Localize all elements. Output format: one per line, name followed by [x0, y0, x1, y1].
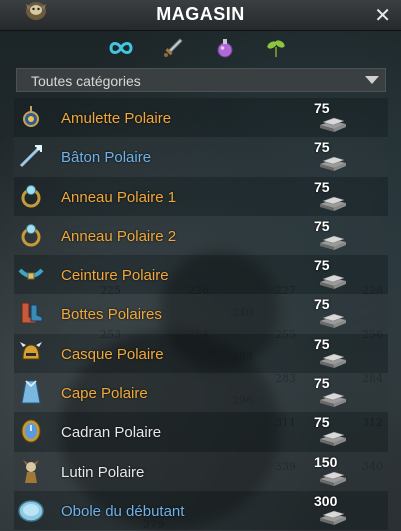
item-name: Lutin Polaire	[61, 463, 145, 481]
category-dropdown[interactable]: Toutes catégories	[16, 68, 386, 92]
sprout-icon	[267, 40, 285, 57]
category-dropdown-value: Toutes catégories	[31, 73, 141, 89]
item-name: Cadran Polaire	[61, 424, 162, 442]
ogrine-currency-icon	[318, 429, 348, 447]
shop-item-row[interactable]: Obole du débutant 300	[14, 490, 388, 531]
item-name: Anneau Polaire 2	[61, 227, 177, 245]
item-name: Casque Polaire	[61, 345, 164, 363]
boots-icon	[16, 298, 46, 328]
helmet-icon	[16, 338, 46, 368]
ogrine-currency-icon	[318, 311, 348, 329]
item-name: Bottes Polaires	[61, 306, 162, 324]
ogrine-currency-icon	[318, 508, 348, 526]
shop-item-row[interactable]: Bottes Polaires 75	[14, 294, 388, 334]
elf-pet-icon	[16, 456, 46, 486]
shop-item-row[interactable]: Lutin Polaire 150	[14, 451, 388, 491]
ogrine-currency-icon	[318, 194, 348, 212]
ogrine-currency-icon	[318, 233, 348, 251]
tab-all[interactable]	[106, 34, 136, 62]
ogrine-currency-icon	[318, 390, 348, 408]
item-price: 300	[314, 492, 338, 509]
item-price: 75	[314, 257, 330, 274]
shop-item-row[interactable]: Anneau Polaire 2 75	[14, 215, 388, 256]
shop-item-row[interactable]: Cape Polaire 75	[14, 373, 388, 413]
staff-icon	[16, 141, 46, 171]
item-name: Ceinture Polaire	[61, 267, 169, 285]
item-price: 150	[314, 453, 338, 470]
item-name: Obole du débutant	[61, 502, 185, 520]
item-price: 75	[314, 178, 330, 195]
item-price: 75	[314, 100, 330, 116]
infinity-icon	[109, 42, 133, 54]
shop-window: 225 226 227 228 240 253 254 255 256 268 …	[0, 0, 401, 531]
potion-icon	[217, 39, 233, 58]
shop-item-row[interactable]: Bâton Polaire 75	[14, 137, 388, 177]
item-price: 75	[314, 217, 330, 234]
shop-item-row[interactable]: Anneau Polaire 1 75	[14, 176, 388, 216]
item-price: 75	[314, 375, 330, 392]
ogrine-currency-icon	[318, 469, 348, 487]
close-button[interactable]: ✕	[374, 3, 391, 28]
item-price: 75	[314, 414, 330, 431]
item-price: 75	[314, 335, 330, 352]
sword-icon	[164, 38, 183, 57]
dial-icon	[16, 416, 46, 446]
ring-icon	[16, 181, 46, 211]
item-name: Amulette Polaire	[61, 110, 172, 127]
title-bar: MAGASIN ✕	[0, 0, 401, 31]
shop-item-row[interactable]: Casque Polaire 75	[14, 333, 388, 374]
cape-icon	[16, 377, 46, 407]
item-name: Bâton Polaire	[61, 149, 152, 167]
ogrine-currency-icon	[318, 272, 348, 290]
ogrine-currency-icon	[318, 154, 348, 172]
shop-item-row[interactable]: Amulette Polaire 75	[14, 98, 388, 138]
tab-resources[interactable]	[261, 34, 291, 62]
ogrine-currency-icon	[318, 115, 348, 133]
category-tabs	[0, 34, 401, 64]
shop-item-row[interactable]: Ceinture Polaire 75	[14, 255, 388, 295]
shop-item-row[interactable]: Cadran Polaire 75	[14, 412, 388, 452]
chevron-down-icon	[365, 76, 379, 84]
tab-equipment[interactable]	[158, 34, 188, 62]
item-name: Anneau Polaire 1	[61, 188, 177, 206]
ring-icon	[16, 220, 46, 250]
ogrine-currency-icon	[318, 351, 348, 369]
tab-consumables[interactable]	[210, 34, 240, 62]
item-name: Cape Polaire	[61, 385, 148, 403]
belt-icon	[16, 259, 46, 289]
amulet-icon	[16, 102, 46, 132]
item-list: Amulette Polaire 75 Bâton Polaire 75 Anneau …	[14, 98, 388, 531]
item-price: 75	[314, 296, 330, 313]
item-price: 75	[314, 139, 330, 156]
window-title: MAGASIN	[156, 4, 245, 24]
coin-token-icon	[16, 495, 46, 525]
